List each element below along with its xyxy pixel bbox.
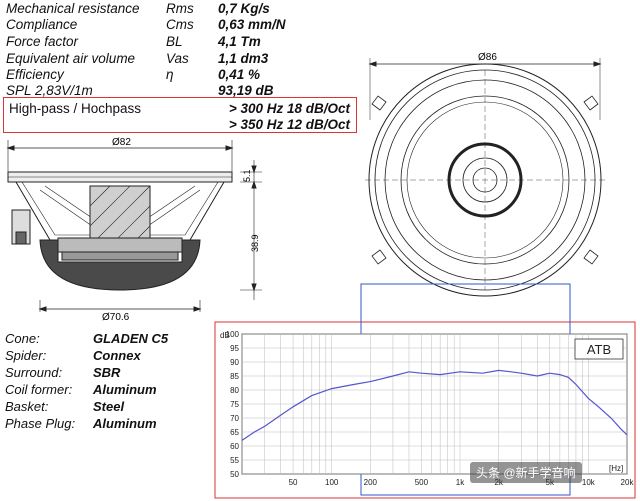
x-tick-label: 500	[415, 478, 429, 487]
watermark: 头条 @新手学音响	[470, 462, 582, 483]
y-tick-label: 65	[230, 428, 239, 437]
y-tick-label: 55	[230, 456, 239, 465]
y-tick-label: 85	[230, 372, 239, 381]
drawing-layer: Ø82 5.1 38.9 Ø70.6 Ø86 50 55 60 65 70 75 80 85 9…	[6, 52, 636, 499]
y-tick-label: 95	[230, 344, 239, 353]
y-tick-label: 75	[230, 400, 239, 409]
x-tick-label: 100	[325, 478, 339, 487]
dim-front-diameter: Ø86	[478, 52, 497, 63]
dim-bottom-diameter: Ø70.6	[102, 312, 130, 323]
x-tick-label: 50	[289, 478, 298, 487]
x-axis-label: [Hz]	[609, 464, 623, 473]
atb-label: ATB	[587, 342, 611, 357]
x-tick-label: 10k	[582, 478, 596, 487]
y-axis-label: dB	[220, 331, 230, 340]
x-tick-label: 20k	[621, 478, 635, 487]
side-section-drawing	[6, 140, 262, 312]
dim-height-small: 5.1	[242, 169, 252, 182]
x-tick-label: 200	[364, 478, 378, 487]
y-tick-label: 50	[230, 470, 239, 479]
dim-height: 38.9	[250, 234, 260, 252]
x-tick-label: 1k	[456, 478, 465, 487]
y-tick-label: 70	[230, 414, 239, 423]
y-tick-label: 80	[230, 386, 239, 395]
front-view-drawing	[365, 58, 605, 297]
y-tick-label: 60	[230, 442, 239, 451]
dim-top-diameter: Ø82	[112, 137, 131, 148]
y-tick-label: 90	[230, 358, 239, 367]
